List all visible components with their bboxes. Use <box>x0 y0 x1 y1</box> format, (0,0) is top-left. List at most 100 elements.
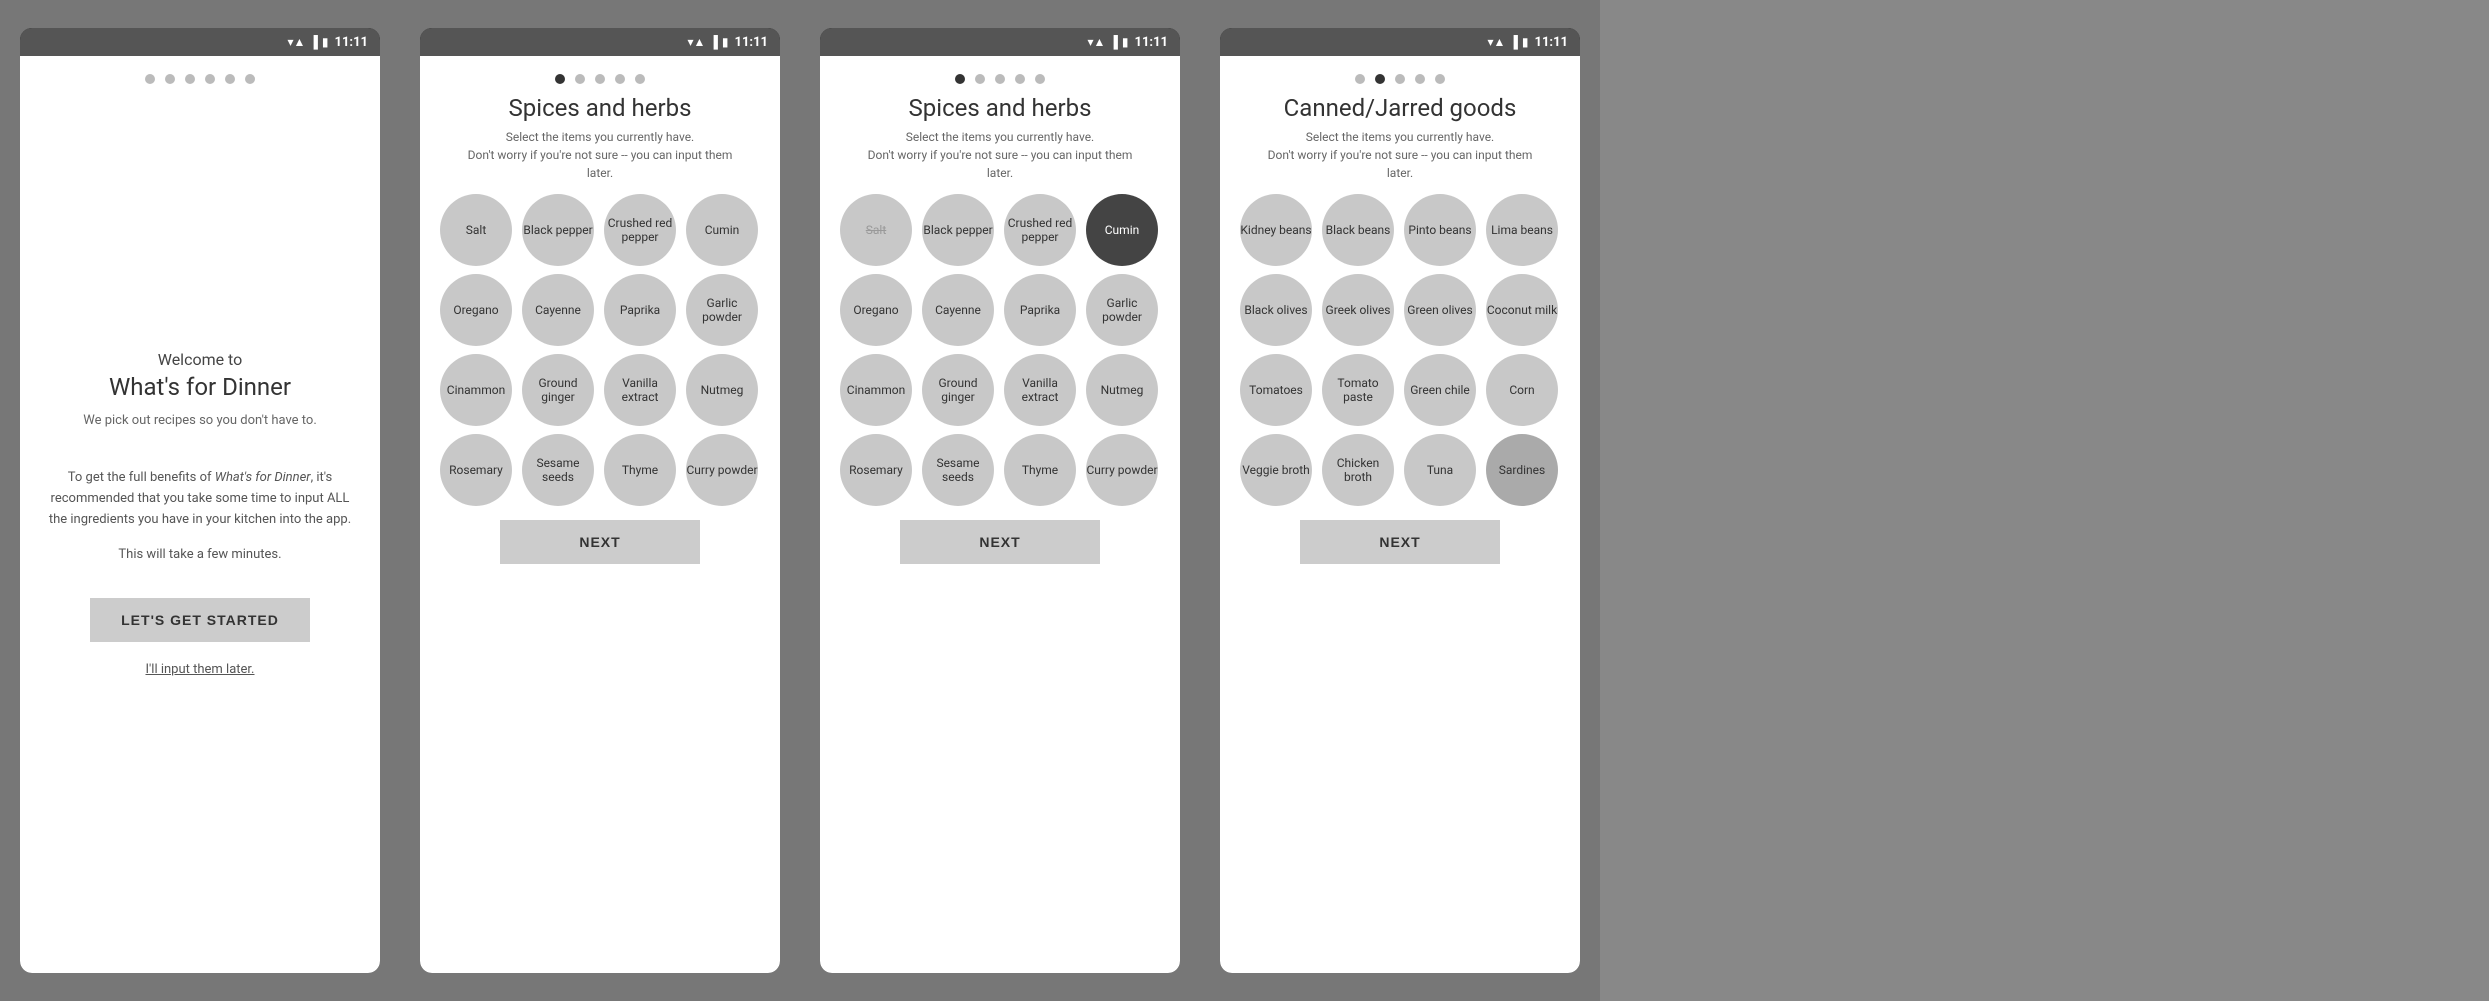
dot-2-4 <box>615 74 625 84</box>
next-button-1[interactable]: NEXT <box>500 520 700 564</box>
item-ground-ginger[interactable]: Ground ginger <box>522 354 594 426</box>
battery-icon-4: ▮ <box>1522 35 1529 49</box>
canned-grid: Kidney beans Black beans Pinto beans Lim… <box>1230 194 1570 506</box>
item-green-olives[interactable]: Green olives <box>1404 274 1476 346</box>
item-thyme[interactable]: Thyme <box>604 434 676 506</box>
item-curry-powder[interactable]: Curry powder <box>686 434 758 506</box>
item-nutmeg[interactable]: Nutmeg <box>686 354 758 426</box>
item-salt[interactable]: Salt <box>440 194 512 266</box>
wifi-icon-2: ▾▲ <box>687 35 705 49</box>
wifi-icon-4: ▾▲ <box>1487 35 1505 49</box>
item-paprika-3[interactable]: Paprika <box>1004 274 1076 346</box>
item-cayenne[interactable]: Cayenne <box>522 274 594 346</box>
welcome-description: To get the full benefits of What's for D… <box>44 468 356 530</box>
spices-screen-1: Spices and herbs Select the items you cu… <box>420 56 780 973</box>
dot-4-3 <box>1395 74 1405 84</box>
dot-6 <box>245 74 255 84</box>
screen3-section: ▾▲ ▐ ▮ 11:11 Spices and herbs Select the… <box>800 0 1200 1001</box>
welcome-title-small: Welcome to <box>158 350 243 369</box>
dot-3-4 <box>1015 74 1025 84</box>
next-button-2[interactable]: NEXT <box>900 520 1100 564</box>
battery-icon-3: ▮ <box>1122 35 1129 49</box>
item-crushed-red-pepper[interactable]: Crushed red pepper <box>604 194 676 266</box>
dot-2-5 <box>635 74 645 84</box>
item-crushed-red-pepper-3[interactable]: Crushed red pepper <box>1004 194 1076 266</box>
dots-row-1 <box>145 74 255 84</box>
dot-2-2 <box>575 74 585 84</box>
skip-link[interactable]: I'll input them later. <box>145 662 254 677</box>
signal-icon-3: ▐ <box>1109 35 1118 49</box>
item-cayenne-3[interactable]: Cayenne <box>922 274 994 346</box>
item-ground-ginger-3[interactable]: Ground ginger <box>922 354 994 426</box>
canned-subtitle: Select the items you currently have.Don'… <box>1268 128 1533 182</box>
phone2-frame: ▾▲ ▐ ▮ 11:11 Spices and herbs Select the… <box>420 28 780 973</box>
wifi-icon-3: ▾▲ <box>1087 35 1105 49</box>
status-icons-1: ▾▲ ▐ ▮ <box>287 35 328 49</box>
item-black-olives[interactable]: Black olives <box>1240 274 1312 346</box>
item-curry-powder-3[interactable]: Curry powder <box>1086 434 1158 506</box>
item-rosemary-3[interactable]: Rosemary <box>840 434 912 506</box>
screens-container: ▾▲ ▐ ▮ 11:11 Welcome to <box>0 0 2489 1001</box>
item-pinto-beans[interactable]: Pinto beans <box>1404 194 1476 266</box>
item-corn[interactable]: Corn <box>1486 354 1558 426</box>
spices-grid-1: Salt Black pepper Crushed red pepper Cum… <box>430 194 770 506</box>
item-sesame-seeds-3[interactable]: Sesame seeds <box>922 434 994 506</box>
battery-icon: ▮ <box>322 35 329 49</box>
item-green-chile[interactable]: Green chile <box>1404 354 1476 426</box>
item-cinammon-3[interactable]: Cinammon <box>840 354 912 426</box>
dot-4-1 <box>1355 74 1365 84</box>
welcome-screen: Welcome to What's for Dinner We pick out… <box>20 56 380 973</box>
dots-row-3 <box>955 74 1045 84</box>
signal-icon-2: ▐ <box>709 35 718 49</box>
item-tomatoes[interactable]: Tomatoes <box>1240 354 1312 426</box>
dot-3-3 <box>995 74 1005 84</box>
item-vanilla-extract-3[interactable]: Vanilla extract <box>1004 354 1076 426</box>
get-started-button[interactable]: LET'S GET STARTED <box>90 598 310 642</box>
item-black-beans[interactable]: Black beans <box>1322 194 1394 266</box>
item-oregano-3[interactable]: Oregano <box>840 274 912 346</box>
item-tuna[interactable]: Tuna <box>1404 434 1476 506</box>
spices-grid-2: Salt Black pepper Crushed red pepper Cum… <box>830 194 1170 506</box>
dot-active-2 <box>555 74 565 84</box>
next-button-3[interactable]: NEXT <box>1300 520 1500 564</box>
item-garlic-powder-3[interactable]: Garlic powder <box>1086 274 1158 346</box>
item-cumin-3[interactable]: Cumin <box>1086 194 1158 266</box>
item-greek-olives[interactable]: Greek olives <box>1322 274 1394 346</box>
status-bar-3: ▾▲ ▐ ▮ 11:11 <box>820 28 1180 56</box>
item-veggie-broth[interactable]: Veggie broth <box>1240 434 1312 506</box>
item-garlic-powder[interactable]: Garlic powder <box>686 274 758 346</box>
dot-4 <box>205 74 215 84</box>
phone4-frame: ▾▲ ▐ ▮ 11:11 Canned/Jarred goods Select … <box>1220 28 1580 973</box>
dot-active-4 <box>1375 74 1385 84</box>
item-black-pepper-3[interactable]: Black pepper <box>922 194 994 266</box>
item-cinammon[interactable]: Cinammon <box>440 354 512 426</box>
item-tomato-paste[interactable]: Tomato paste <box>1322 354 1394 426</box>
phone1-frame: ▾▲ ▐ ▮ 11:11 Welcome to <box>20 28 380 973</box>
item-salt-3[interactable]: Salt <box>840 194 912 266</box>
status-time-3: 11:11 <box>1135 35 1169 50</box>
battery-icon-2: ▮ <box>722 35 729 49</box>
dot-3-2 <box>975 74 985 84</box>
wifi-icon: ▾▲ <box>287 35 305 49</box>
item-vanilla-extract[interactable]: Vanilla extract <box>604 354 676 426</box>
phone3-frame: ▾▲ ▐ ▮ 11:11 Spices and herbs Select the… <box>820 28 1180 973</box>
item-sesame-seeds[interactable]: Sesame seeds <box>522 434 594 506</box>
item-black-pepper[interactable]: Black pepper <box>522 194 594 266</box>
item-nutmeg-3[interactable]: Nutmeg <box>1086 354 1158 426</box>
dot-1 <box>145 74 155 84</box>
spices-title-2: Spices and herbs <box>909 94 1092 122</box>
item-sardines[interactable]: Sardines <box>1486 434 1558 506</box>
item-coconut-milk[interactable]: Coconut milk <box>1486 274 1558 346</box>
item-chicken-broth[interactable]: Chicken broth <box>1322 434 1394 506</box>
dot-4-5 <box>1435 74 1445 84</box>
dots-row-4 <box>1355 74 1445 84</box>
item-thyme-3[interactable]: Thyme <box>1004 434 1076 506</box>
item-paprika[interactable]: Paprika <box>604 274 676 346</box>
status-time-4: 11:11 <box>1535 35 1569 50</box>
item-lima-beans[interactable]: Lima beans <box>1486 194 1558 266</box>
item-kidney-beans[interactable]: Kidney beans <box>1240 194 1312 266</box>
item-rosemary[interactable]: Rosemary <box>440 434 512 506</box>
item-oregano[interactable]: Oregano <box>440 274 512 346</box>
status-icons-2: ▾▲ ▐ ▮ <box>687 35 728 49</box>
item-cumin[interactable]: Cumin <box>686 194 758 266</box>
